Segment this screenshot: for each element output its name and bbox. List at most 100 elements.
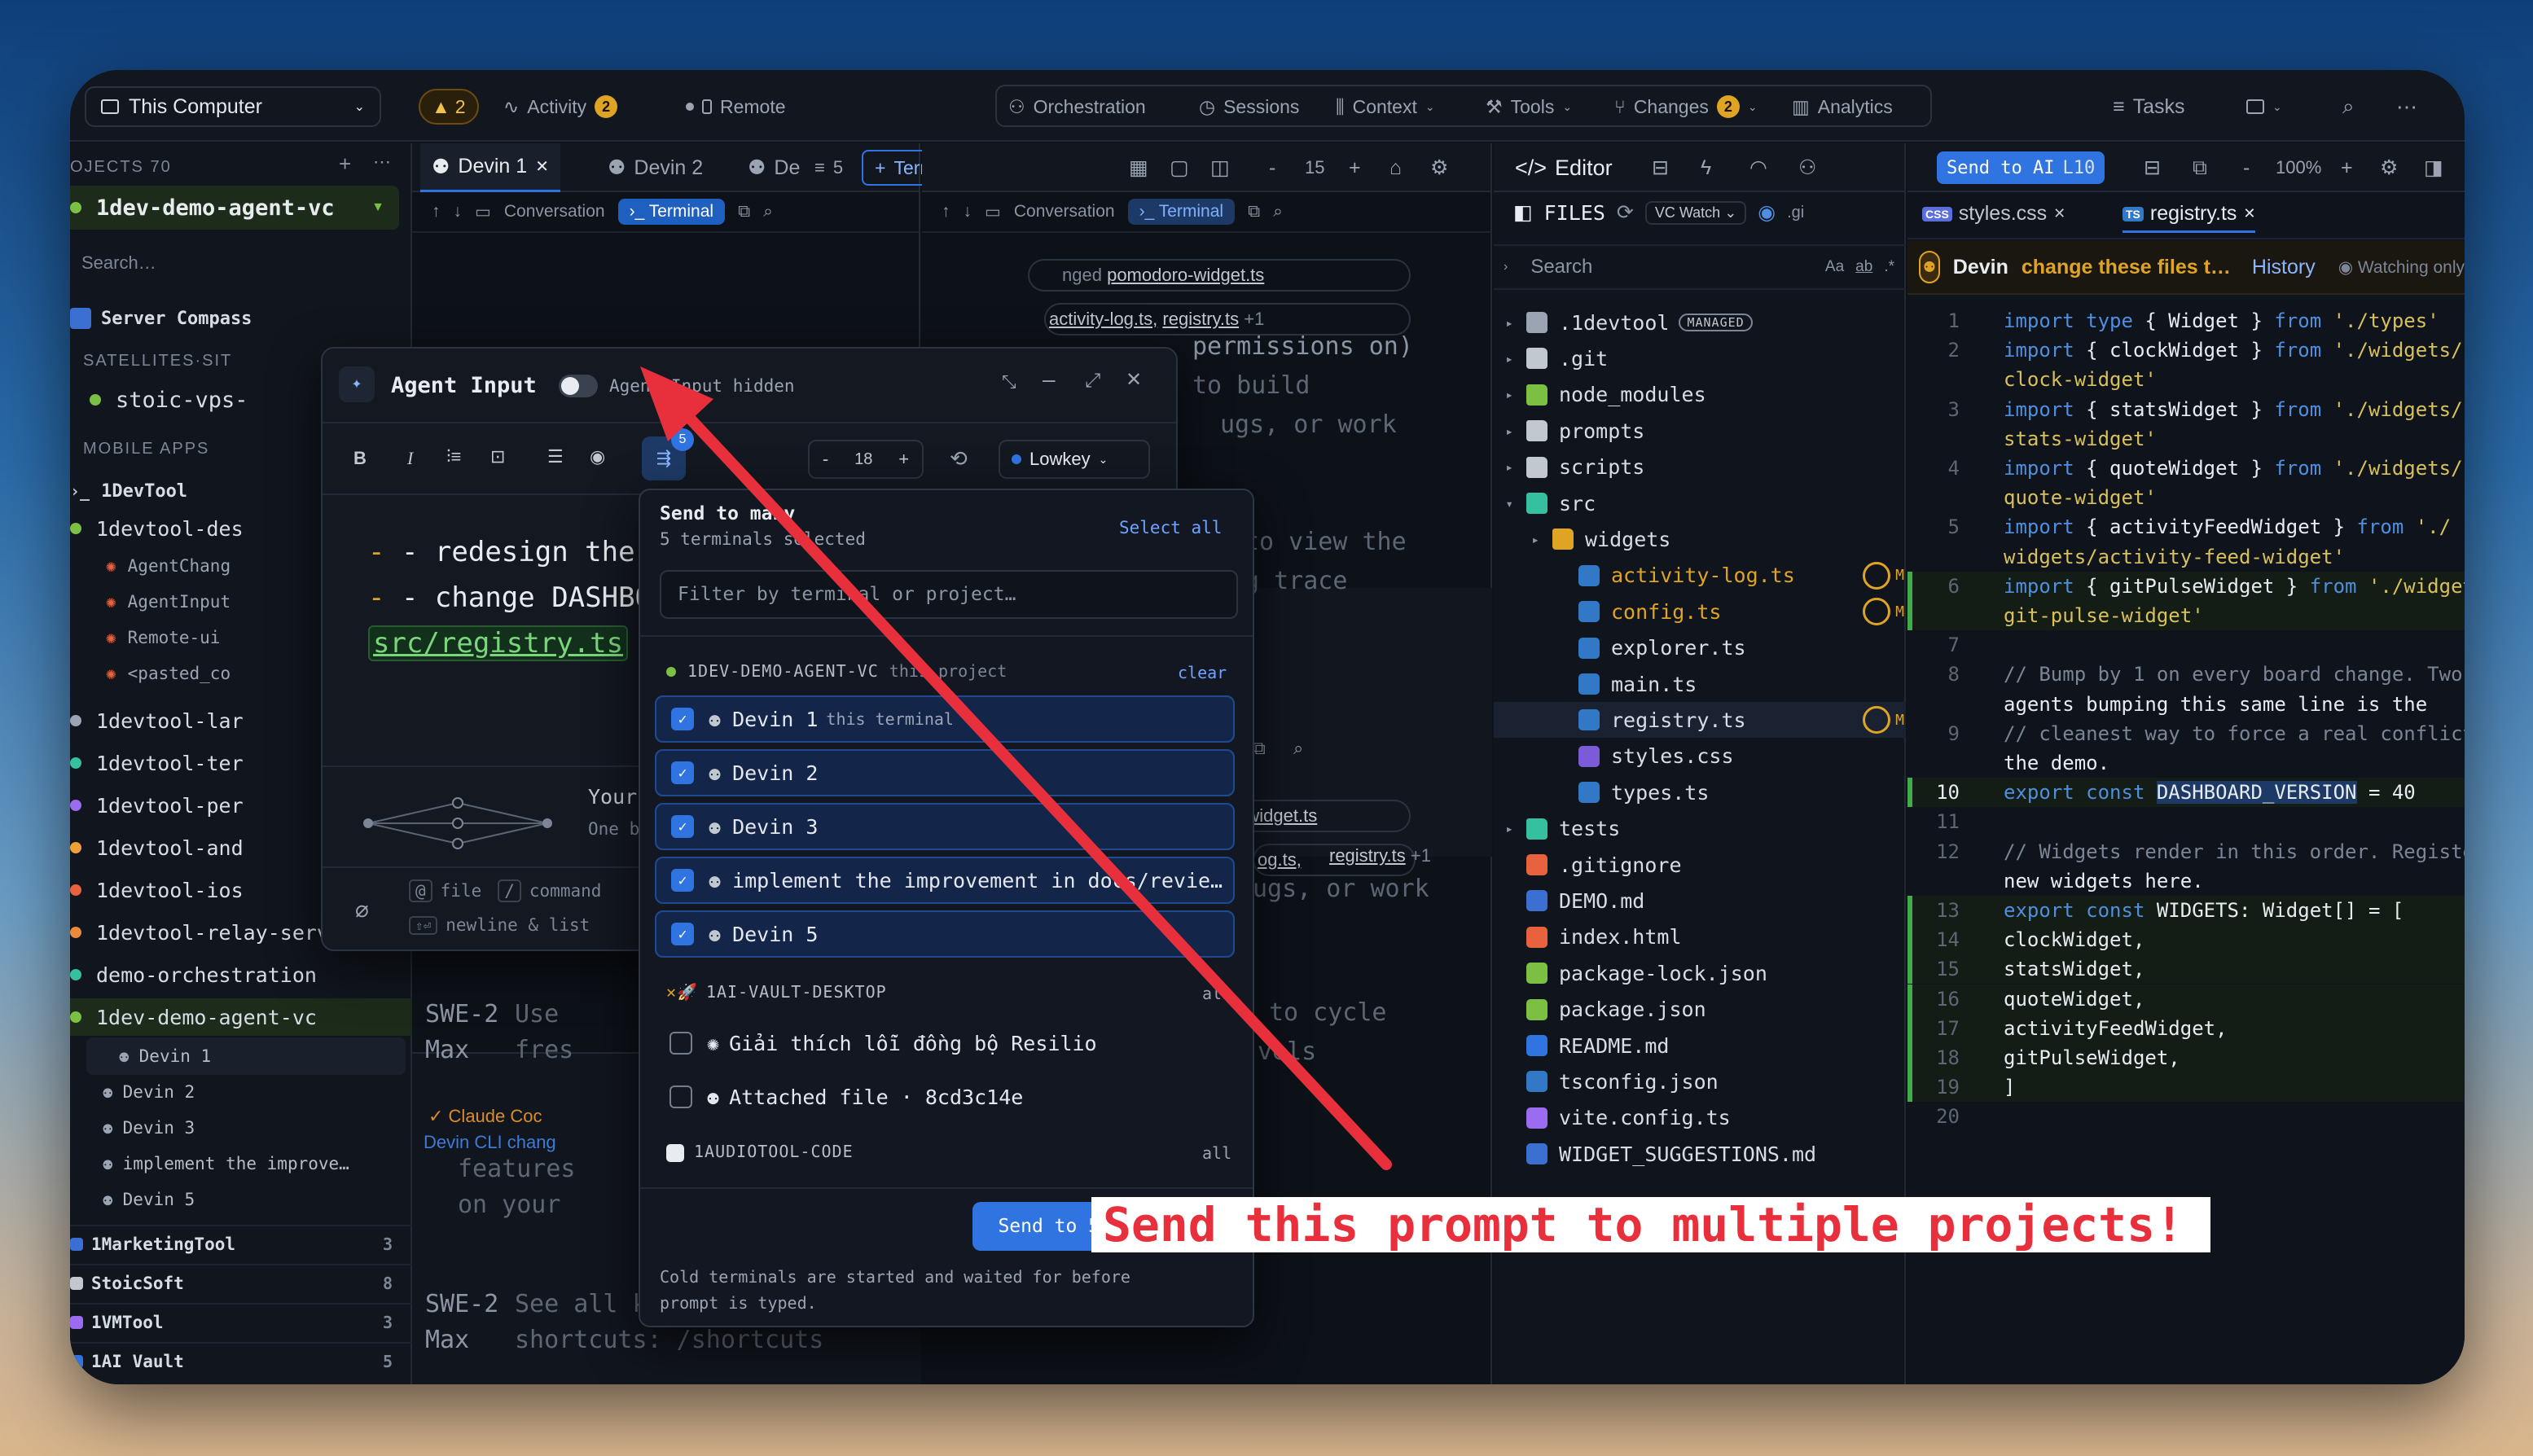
sidebar-item[interactable]: ⚉ Devin 3 [70,1109,412,1147]
list-icon[interactable]: ☰ [547,446,564,467]
arrow-down-icon[interactable]: ↓ [964,202,972,221]
search-icon[interactable]: ⌕ [763,202,773,221]
file-search[interactable]: › Search Aa ab .* [1494,244,1906,290]
all-link[interactable]: all [1202,1143,1231,1163]
tree-item[interactable]: .gitignore [1494,847,1906,883]
bold-icon[interactable]: B [353,448,367,469]
current-project-selector[interactable]: 1dev-demo-agent-vc ▼ [70,186,399,230]
checkbox[interactable]: ✓ [671,869,694,892]
window-icon[interactable]: ⧉ [2181,143,2219,192]
tree-item[interactable]: tsconfig.json [1494,1063,1906,1099]
terminal-tab[interactable]: ›_ Terminal [617,199,726,225]
zoom-out-button[interactable]: - [2232,143,2261,192]
terminal-tab[interactable]: ›_ Terminal [1127,199,1236,225]
sidebar-item[interactable]: demo-orchestration [70,956,412,993]
clear-link[interactable]: clear [1178,663,1227,682]
sidebar-icon[interactable]: ◧ [1513,200,1533,225]
zoom-in-button[interactable]: + [1337,143,1372,192]
arrow-down-icon[interactable]: ↓ [454,202,463,221]
vault-item[interactable]: ✺ Giải thích lỗi đồng bộ Resilio [655,1020,1235,1067]
checkbox[interactable]: ✓ [671,815,694,838]
copy-icon[interactable]: ⧉ [738,202,750,221]
db-icon[interactable]: ⊟ [1640,143,1680,192]
all-link[interactable]: all [1202,984,1231,1003]
tree-item[interactable]: WIDGET_SUGGESTIONS.md [1494,1136,1906,1172]
sidebar-item[interactable]: ⚉ Devin 1 [86,1037,406,1075]
tree-item[interactable]: ▸ widgets [1494,521,1906,557]
copy-icon[interactable]: ⧉ [1253,738,1266,759]
match-case-toggle[interactable]: Aa [1825,258,1844,276]
warnings-badge[interactable]: ▲ 2 [419,86,479,127]
sessions-button[interactable]: ◷ Sessions [1199,86,1299,127]
tree-item[interactable]: registry.ts M [1494,702,1906,739]
history-icon[interactable]: ⟲ [950,446,968,471]
eye-icon[interactable]: ◉ [590,446,605,467]
location-switcher[interactable]: This Computer ⌄ [85,86,381,127]
sidebar-item[interactable]: 1dev-demo-agent-vc [70,998,412,1036]
analytics-button[interactable]: ▥ Analytics [1792,86,1893,127]
panel-icon[interactable]: ⊟ [2132,143,2172,192]
terminal-row[interactable]: ✓ ⚉ Devin 1 this terminal [655,695,1235,743]
tree-item[interactable]: main.ts [1494,666,1906,702]
tree-item[interactable]: activity-log.ts M [1494,558,1906,594]
add-project-icon[interactable]: + [339,151,351,177]
tree-item[interactable]: DEMO.md [1494,883,1906,919]
tree-item[interactable]: ▸ scripts [1494,450,1906,485]
tree-item[interactable]: types.ts [1494,774,1906,810]
zoom-in-button[interactable]: + [2329,143,2364,192]
context-button[interactable]: ⫼ Context ⌄ [1336,86,1435,127]
tree-item[interactable]: package-lock.json [1494,955,1906,991]
agent-change-bar[interactable]: ⚉ Devin change these files t… History ◉ … [1907,241,2465,295]
tree-item[interactable]: ▸ prompts [1494,413,1906,449]
more-icon[interactable]: ⋯ [373,151,391,173]
checkbox[interactable]: ✓ [671,923,694,945]
grid-layout-icon[interactable]: ▦ [1117,143,1160,192]
file-search-input[interactable]: Search [1530,256,1592,278]
more-button[interactable]: ⋯ [2396,86,2417,127]
checkbox[interactable]: ✓ [671,761,694,784]
refresh-icon[interactable]: ⟳ [1617,200,1634,225]
tab-registry-ts[interactable]: TS registry.ts ✕ [2123,202,2256,233]
select-all-link[interactable]: Select all [1119,518,1222,537]
terminal-row[interactable]: ✓ ⚉ Devin 2 [655,749,1235,796]
orchestration-button[interactable]: ⚇ Orchestration [1008,86,1146,127]
tree-item[interactable]: config.ts M [1494,594,1906,629]
tree-item[interactable]: package.json [1494,992,1906,1028]
server-compass[interactable]: Server Compass [70,300,412,337]
activity-button[interactable]: ∿ Activity 2 [503,86,618,127]
sidebar-item[interactable]: ⚉ Devin 2 [70,1073,412,1111]
terminal-row[interactable]: ✓ ⚉ Devin 5 [655,910,1235,958]
users-icon[interactable]: ⚇ [1787,143,1828,192]
editor-tab[interactable]: </> Editor [1504,143,1624,192]
close-icon[interactable]: ✕ [2053,205,2065,222]
single-layout-icon[interactable]: ▢ [1158,143,1201,192]
tree-item[interactable]: vite.config.ts [1494,1100,1906,1136]
tree-item[interactable]: ▸ node_modules [1494,377,1906,413]
send-to-many-button[interactable]: ⇶ 5 [642,428,694,480]
sidebar-search-input[interactable]: Search… [81,252,156,274]
remote-button[interactable]: Remote [686,86,786,127]
tree-item[interactable]: ▸ .1devtool MANAGED [1494,305,1906,340]
checkbox[interactable] [669,1085,692,1108]
sidebar-group[interactable]: StoicSoft 8 [70,1264,412,1301]
conversation-tab[interactable]: Conversation [504,202,605,221]
close-icon[interactable]: ✕ [1126,368,1142,392]
tree-item[interactable]: ▸ tests [1494,811,1906,847]
tools-button[interactable]: ⚒ Tools ⌄ [1486,86,1572,127]
tab-styles-css[interactable]: CSS styles.css ✕ [1922,202,2065,226]
arrow-up-icon[interactable]: ↑ [942,202,950,221]
sidebar-icon[interactable]: ◨ [2412,143,2455,192]
copy-icon[interactable]: ⧉ [1248,202,1260,221]
sidebar-group[interactable]: 1AI Vault 5 [70,1342,412,1379]
search-button[interactable]: ⌕ [2342,86,2355,127]
tab-devin-3[interactable]: ⚉ De [736,143,811,192]
vault-item[interactable]: ⚉ Attached file · 8cd3c14e [655,1073,1235,1121]
tab-count[interactable]: ≡ 5 [803,143,854,192]
tree-item[interactable]: README.md [1494,1028,1906,1063]
vc-watch-select[interactable]: VC Watch ⌄ [1644,200,1747,225]
history-link[interactable]: History [2252,256,2316,279]
tasks-button[interactable]: ≡ Tasks [2113,86,2185,127]
gitignore-toggle[interactable]: .gi [1787,204,1804,222]
italic-icon[interactable]: I [407,448,413,469]
terminal-row[interactable]: ✓ ⚉ implement the improvement in docs/revi… [655,857,1235,904]
